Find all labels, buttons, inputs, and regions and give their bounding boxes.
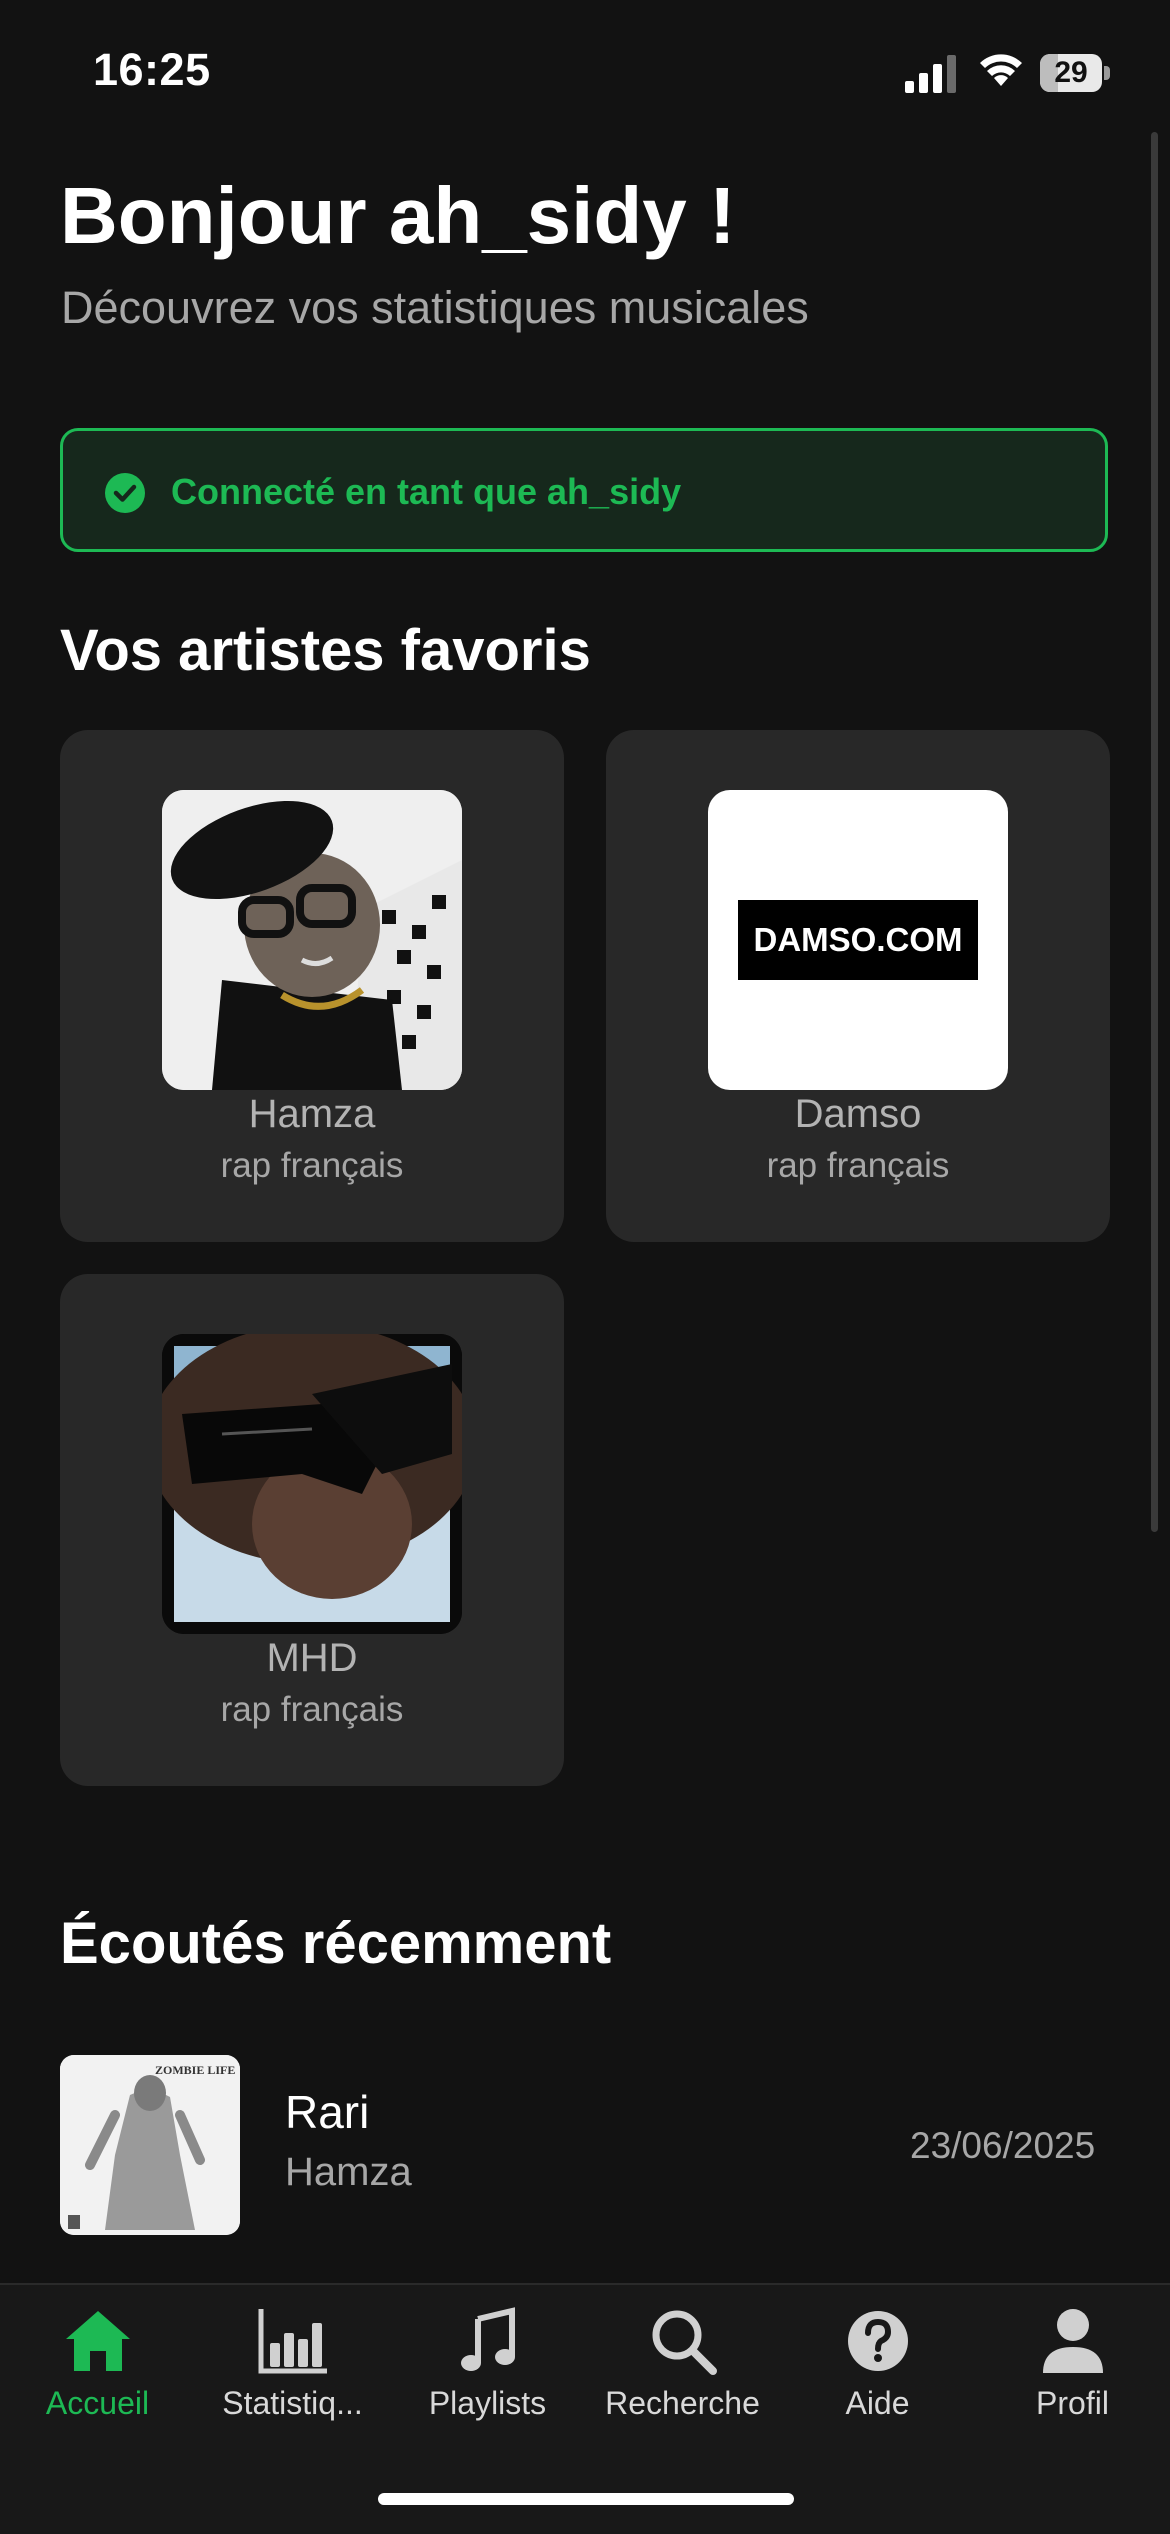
user-icon xyxy=(1043,2309,1103,2373)
battery-icon: 29 xyxy=(1040,54,1110,92)
home-indicator xyxy=(378,2493,794,2505)
battery-percent: 29 xyxy=(1054,56,1088,89)
recently-played-title: Écoutés récemment xyxy=(60,1911,612,1976)
damso-image-text: DAMSO.COM xyxy=(753,921,963,958)
artist-name: MHD xyxy=(266,1636,358,1680)
tab-label: Statistiq... xyxy=(222,2385,363,2421)
check-circle-icon xyxy=(105,473,145,513)
help-icon xyxy=(848,2311,908,2371)
connection-text: Connecté en tant que ah_sidy xyxy=(171,471,682,512)
tab-recherche[interactable]: Recherche xyxy=(585,2285,780,2465)
music-note-icon xyxy=(461,2307,515,2371)
page-subtitle: Découvrez vos statistiques musicales xyxy=(61,282,809,333)
tab-label: Accueil xyxy=(45,2385,150,2421)
artist-genre: rap français xyxy=(220,1690,404,1729)
tab-label: Recherche xyxy=(605,2385,760,2421)
artist-image-hamza xyxy=(162,790,462,1090)
search-icon xyxy=(652,2310,717,2375)
track-title: Rari xyxy=(285,2086,370,2138)
tab-aide[interactable]: Aide xyxy=(780,2285,975,2465)
tab-label: Profil xyxy=(1036,2385,1109,2421)
track-cover: ZOMBIE LIFE xyxy=(60,2055,240,2235)
tab-playlists[interactable]: Playlists xyxy=(390,2285,585,2465)
artist-image-mhd xyxy=(162,1334,462,1634)
artist-image-damso: DAMSO.COM xyxy=(708,790,1008,1090)
wifi-icon xyxy=(980,54,1022,86)
tab-statistiques[interactable]: Statistiq... xyxy=(195,2285,390,2465)
artist-genre: rap français xyxy=(220,1146,404,1185)
scrollbar[interactable] xyxy=(1151,132,1158,1532)
artist-name: Hamza xyxy=(248,1092,376,1136)
artist-name: Damso xyxy=(794,1092,922,1136)
artist-genre: rap français xyxy=(766,1146,950,1185)
tab-label: Playlists xyxy=(428,2385,547,2421)
signal-icon xyxy=(905,55,956,93)
artist-card-hamza[interactable]: Hamza rap français xyxy=(60,730,564,1242)
page-title: Bonjour ah_sidy ! xyxy=(60,171,736,260)
connection-banner: Connecté en tant que ah_sidy xyxy=(60,428,1108,552)
home-icon xyxy=(66,2311,130,2371)
favorite-artists-title: Vos artistes favoris xyxy=(60,618,591,683)
tab-label: Aide xyxy=(845,2385,910,2421)
tab-accueil[interactable]: Accueil xyxy=(0,2285,195,2465)
track-cover-text: ZOMBIE LIFE xyxy=(155,2063,236,2077)
artist-card-mhd[interactable]: MHD rap français xyxy=(60,1274,564,1786)
artist-card-damso[interactable]: DAMSO.COM Damso rap français xyxy=(606,730,1110,1242)
status-time: 16:25 xyxy=(93,44,211,95)
track-date: 23/06/2025 xyxy=(910,2125,1096,2166)
tab-profil[interactable]: Profil xyxy=(975,2285,1170,2465)
bar-chart-icon xyxy=(258,2309,327,2374)
track-artist: Hamza xyxy=(285,2150,412,2194)
